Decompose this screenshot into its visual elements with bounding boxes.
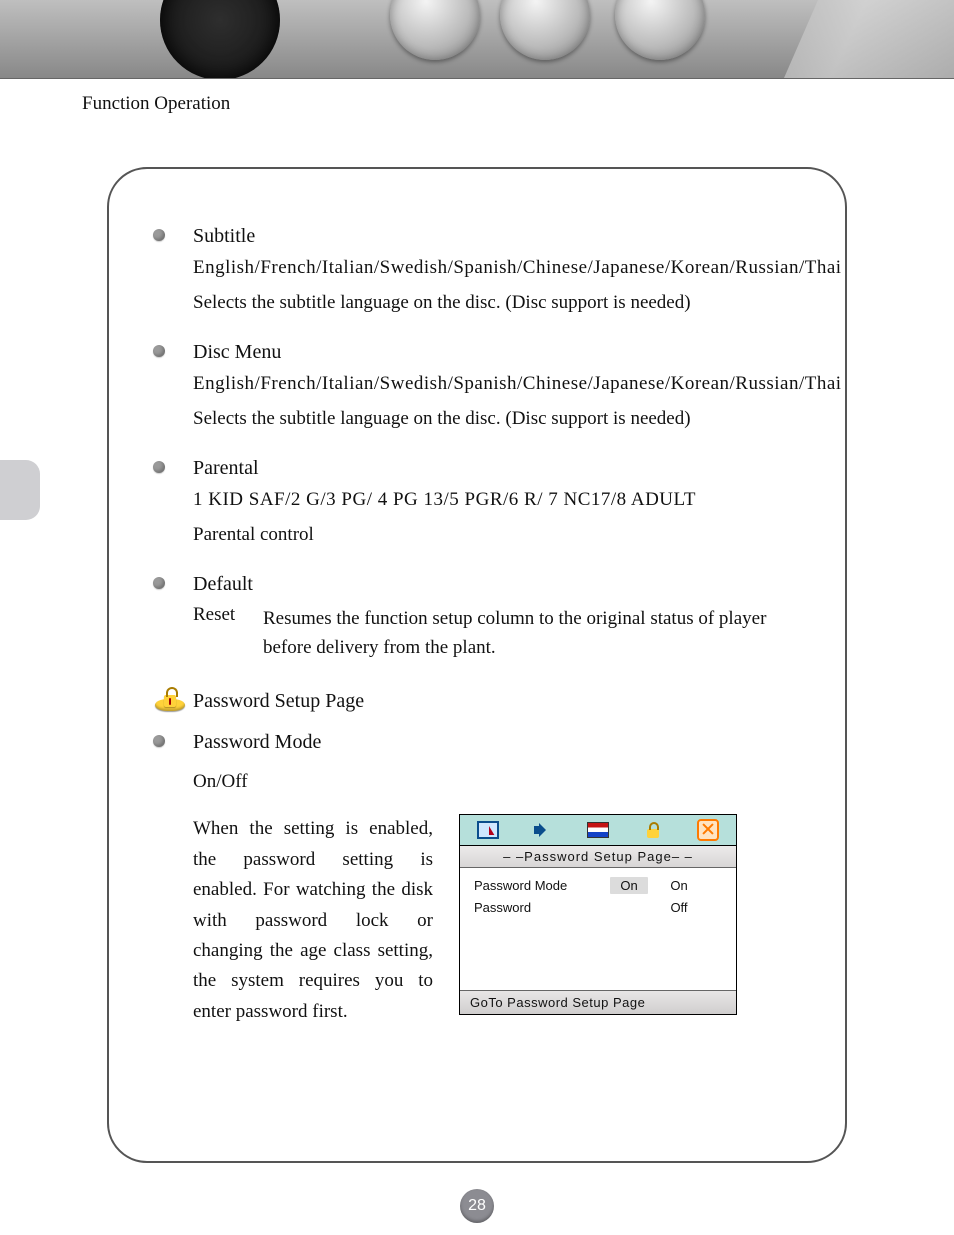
climate-dial-decoration	[500, 0, 590, 60]
osd-footer: GoTo Password Setup Page	[460, 990, 736, 1014]
item-options: English/French/Italian/Swedish/Spanish/C…	[193, 370, 801, 399]
exit-tab-icon	[697, 821, 719, 839]
item-disc-menu: Disc Menu English/French/Italian/Swedish…	[153, 341, 801, 433]
item-title: Subtitle	[193, 225, 801, 248]
item-description: Selects the subtitle language on the dis…	[193, 405, 801, 434]
item-description: Selects the subtitle language on the dis…	[193, 289, 801, 318]
climate-dial-decoration	[615, 0, 705, 60]
osd-titlebar: – –Password Setup Page– –	[460, 846, 736, 868]
item-description: Parental control	[193, 521, 801, 550]
content-panel: Subtitle English/French/Italian/Swedish/…	[107, 167, 847, 1163]
item-options: English/French/Italian/Swedish/Spanish/C…	[193, 254, 801, 283]
item-default: Default Reset Resumes the function setup…	[153, 573, 801, 663]
bullet-icon	[153, 345, 165, 357]
section-label: Function Operation	[82, 93, 954, 115]
page-banner	[0, 0, 954, 79]
bullet-icon	[153, 577, 165, 589]
password-setup-heading: Password Setup Page	[153, 687, 801, 713]
audio-tab-icon	[532, 821, 554, 839]
default-reset-label: Reset	[193, 604, 263, 663]
item-title: Password Mode	[193, 731, 801, 754]
bullet-icon	[153, 229, 165, 241]
item-options: 1 KID SAF/2 G/3 PG/ 4 PG 13/5 PGR/6 R/ 7…	[193, 486, 801, 515]
osd-row-option: On	[654, 878, 704, 893]
password-mode-description: When the setting is enabled, the passwor…	[193, 814, 433, 1027]
osd-row-label: Password	[474, 900, 604, 915]
item-options: On/Off	[193, 768, 801, 797]
bullet-icon	[153, 461, 165, 473]
display-tab-icon	[477, 821, 499, 839]
bullet-icon	[153, 735, 165, 747]
osd-grid: Password Mode On On Password Off	[460, 868, 736, 990]
item-subtitle: Subtitle English/French/Italian/Swedish/…	[153, 225, 801, 317]
page-thumb-tab	[0, 460, 40, 520]
lock-icon	[153, 687, 187, 713]
item-parental: Parental 1 KID SAF/2 G/3 PG/ 4 PG 13/5 P…	[153, 457, 801, 549]
password-setup-heading-text: Password Setup Page	[193, 690, 364, 713]
item-title: Parental	[193, 457, 801, 480]
osd-screenshot: – –Password Setup Page– – Password Mode …	[459, 814, 737, 1015]
car-silhouette-decoration	[784, 0, 954, 78]
password-tab-icon	[642, 821, 664, 839]
language-tab-icon	[587, 821, 609, 839]
dashboard-gauge-decoration	[160, 0, 280, 79]
osd-row-value: On	[604, 878, 654, 893]
osd-row: Password Mode On On	[474, 874, 726, 896]
osd-row-option: Off	[654, 900, 704, 915]
osd-row-label: Password Mode	[474, 878, 604, 893]
item-password-mode: Password Mode On/Off When the setting is…	[153, 731, 801, 1027]
osd-tabbar	[460, 815, 736, 846]
item-title: Disc Menu	[193, 341, 801, 364]
climate-dial-decoration	[390, 0, 480, 60]
default-reset-description: Resumes the function setup column to the…	[263, 604, 801, 663]
osd-row: Password Off	[474, 896, 726, 918]
item-title: Default	[193, 573, 801, 596]
page-number-badge: 28	[460, 1189, 494, 1223]
